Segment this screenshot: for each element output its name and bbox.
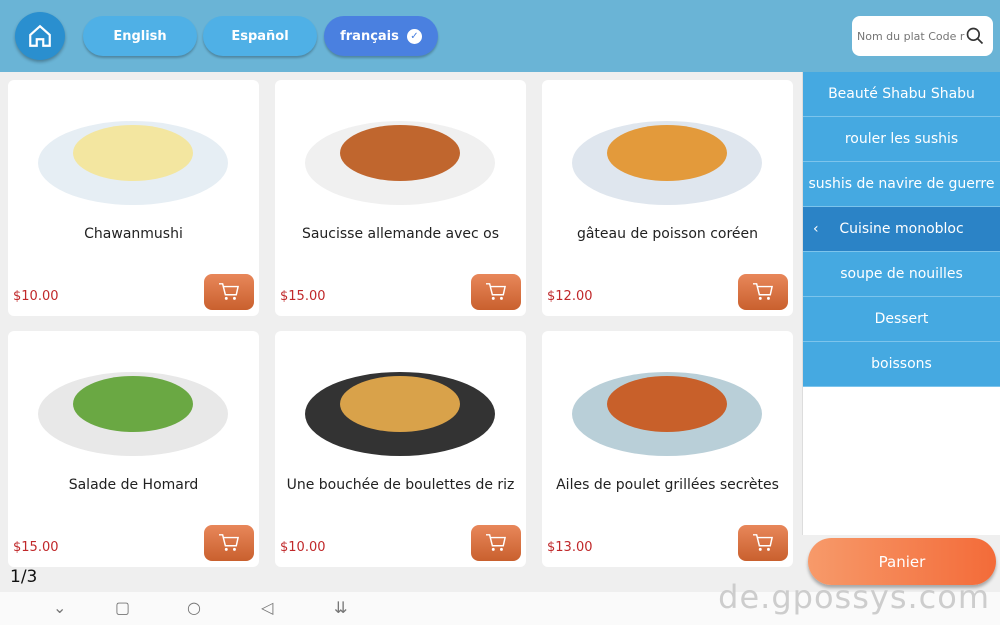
category-item[interactable]: Dessert <box>803 297 1000 342</box>
dish-image <box>572 372 762 456</box>
dish-card[interactable]: Ailes de poulet grillées secrètes $13.00 <box>542 331 793 567</box>
search-input[interactable] <box>857 29 965 43</box>
lang-english-button[interactable]: English <box>83 16 197 56</box>
dish-card[interactable]: gâteau de poisson coréen $12.00 <box>542 80 793 316</box>
category-item[interactable]: soupe de nouilles <box>803 252 1000 297</box>
pagination: 1/3 <box>10 567 38 587</box>
category-item-active[interactable]: ‹ Cuisine monobloc <box>803 207 1000 252</box>
dish-name: Salade de Homard <box>68 477 199 493</box>
category-item[interactable]: Beauté Shabu Shabu <box>803 72 1000 117</box>
category-item[interactable]: boissons <box>803 342 1000 387</box>
home-icon <box>29 24 51 47</box>
lang-label: English <box>113 28 167 44</box>
pull-down-icon[interactable]: ⇊ <box>334 598 347 617</box>
recent-apps-icon[interactable]: ▢ <box>115 598 130 617</box>
watermark: de.gpossys.com <box>718 578 990 616</box>
dish-card[interactable]: Saucisse allemande avec os $15.00 <box>275 80 526 316</box>
lang-label: Español <box>231 28 289 44</box>
dish-image <box>305 121 495 205</box>
chevron-left-icon: ‹ <box>813 221 819 237</box>
cart-icon <box>219 534 239 551</box>
dish-card[interactable]: Chawanmushi $10.00 <box>8 80 259 316</box>
cart-icon <box>753 283 773 300</box>
category-label: Cuisine monobloc <box>839 221 964 237</box>
dish-price: $10.00 <box>280 540 326 555</box>
search-box[interactable] <box>852 16 993 56</box>
category-sidebar: Beauté Shabu Shabu rouler les sushis sus… <box>802 72 1000 535</box>
dish-name: Une bouchée de boulettes de riz <box>286 477 515 493</box>
dish-image <box>572 121 762 205</box>
home-button[interactable] <box>15 12 65 60</box>
home-circle-icon[interactable]: ○ <box>187 598 201 617</box>
add-to-cart-button[interactable] <box>738 274 788 310</box>
dish-price: $15.00 <box>280 289 326 304</box>
dish-name: Chawanmushi <box>84 226 183 242</box>
search-icon[interactable] <box>965 26 985 46</box>
category-item[interactable]: sushis de navire de guerre <box>803 162 1000 207</box>
dish-image <box>38 372 228 456</box>
dish-image <box>305 372 495 456</box>
dish-card[interactable]: Une bouchée de boulettes de riz $10.00 <box>275 331 526 567</box>
add-to-cart-button[interactable] <box>738 525 788 561</box>
chevron-down-icon[interactable]: ⌄ <box>53 598 66 617</box>
dish-price: $12.00 <box>547 289 593 304</box>
cart-icon <box>486 534 506 551</box>
dish-price: $13.00 <box>547 540 593 555</box>
add-to-cart-button[interactable] <box>204 274 254 310</box>
dish-price: $10.00 <box>13 289 59 304</box>
add-to-cart-button[interactable] <box>471 274 521 310</box>
dish-name: Saucisse allemande avec os <box>301 226 500 242</box>
check-icon: ✓ <box>406 28 422 44</box>
header: English Español français ✓ <box>0 0 1000 72</box>
cart-icon <box>753 534 773 551</box>
dish-image <box>38 121 228 205</box>
dish-name: Ailes de poulet grillées secrètes <box>556 477 779 493</box>
category-item[interactable]: rouler les sushis <box>803 117 1000 162</box>
cart-icon <box>219 283 239 300</box>
add-to-cart-button[interactable] <box>471 525 521 561</box>
lang-label: français <box>340 28 399 44</box>
lang-francais-button[interactable]: français ✓ <box>324 16 438 56</box>
dish-name: gâteau de poisson coréen <box>576 226 759 242</box>
add-to-cart-button[interactable] <box>204 525 254 561</box>
cart-icon <box>486 283 506 300</box>
dish-price: $15.00 <box>13 540 59 555</box>
dish-card[interactable]: Salade de Homard $15.00 <box>8 331 259 567</box>
back-icon[interactable]: ◁ <box>261 598 273 617</box>
lang-espanol-button[interactable]: Español <box>203 16 317 56</box>
